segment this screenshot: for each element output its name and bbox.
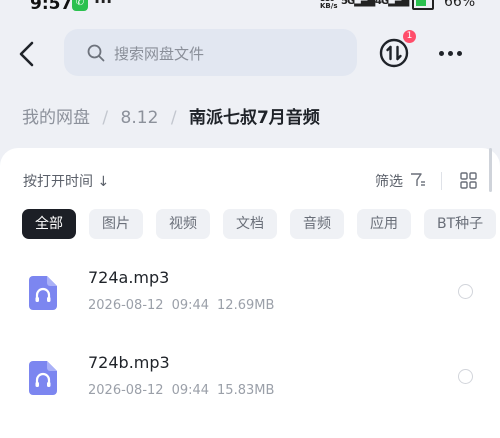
status-bar: 9:57 ✆ ··· 110 KB/s 5G▂▄▆ 4G▂▄▆ 66% [0,0,500,14]
file-meta: 2026-08-12 09:44 15.83MB [88,383,282,398]
select-radio[interactable] [458,284,473,299]
file-date: 2026-08-12 [88,298,164,313]
more-dot-icon [448,51,453,56]
chip-all[interactable]: 全部 [22,209,76,239]
file-list-item[interactable]: 724a.mp3 2026-08-12 09:44 12.69MB [0,268,500,348]
signal-4g-icon: 4G▂▄▆ [375,0,409,7]
file-size: 12.69MB [217,298,275,313]
toolbar-divider [441,172,442,190]
status-more-indicator: ··· [94,0,113,11]
search-icon [87,44,105,62]
file-name: 724a.mp3 [88,268,170,287]
file-name: 724b.mp3 [88,353,170,372]
search-placeholder: 搜索网盘文件 [114,45,205,63]
scrollbar[interactable] [489,148,492,192]
breadcrumb-separator: / [170,108,177,128]
audio-file-icon [29,276,57,310]
file-date: 2026-08-12 [88,383,164,398]
network-speed: 110 KB/s [320,0,337,10]
back-button[interactable] [14,38,42,70]
signal-5g-icon: 5G▂▄▆ [341,0,375,7]
chip-videos[interactable]: 视频 [156,209,210,239]
chip-apps[interactable]: 应用 [357,209,411,239]
file-time: 09:44 [171,383,210,398]
search-input[interactable]: 搜索网盘文件 [64,29,357,76]
chip-images[interactable]: 图片 [89,209,143,239]
breadcrumb-folder[interactable]: 8.12 [121,108,159,128]
file-list-item[interactable]: 724b.mp3 2026-08-12 09:44 15.83MB [0,353,500,433]
audio-file-icon [29,361,57,395]
chip-documents[interactable]: 文档 [223,209,277,239]
network-speed-unit: KB/s [320,2,338,10]
select-radio[interactable] [458,369,473,384]
filter-icon [411,173,425,186]
chevron-left-icon [19,41,34,67]
filter-button[interactable]: 筛选 [375,171,403,191]
battery-percent: 66% [444,0,476,10]
signal-4g-label: 4G [375,0,389,7]
breadcrumb-separator: / [102,108,109,128]
status-time: 9:57 [30,0,73,14]
category-filter-chips: 全部 图片 视频 文档 音频 应用 BT种子 [22,209,500,241]
more-dot-icon [457,51,462,56]
chip-audio[interactable]: 音频 [290,209,344,239]
more-dot-icon [439,51,444,56]
file-meta: 2026-08-12 09:44 12.69MB [88,298,282,313]
battery-icon [412,0,434,10]
more-options-button[interactable] [436,41,466,65]
breadcrumb: 我的网盘 / 8.12 / 南派七叔7月音频 [22,103,320,128]
breadcrumb-root[interactable]: 我的网盘 [22,108,90,128]
chip-bt-torrents[interactable]: BT种子 [424,209,497,239]
transfer-badge: 1 [403,30,416,43]
file-list-panel: 按打开时间 ↓ 筛选 全部 图片 视频 文档 音频 应用 BT种子 724a.mp3 202… [0,148,500,438]
file-time: 09:44 [171,298,210,313]
breadcrumb-current: 南派七叔7月音频 [188,108,320,128]
grid-view-icon[interactable] [460,172,477,189]
sort-button[interactable]: 按打开时间 ↓ [23,171,109,191]
signal-5g-label: 5G [341,0,355,7]
file-size: 15.83MB [217,383,275,398]
wechat-notification-icon: ✆ [72,0,88,11]
